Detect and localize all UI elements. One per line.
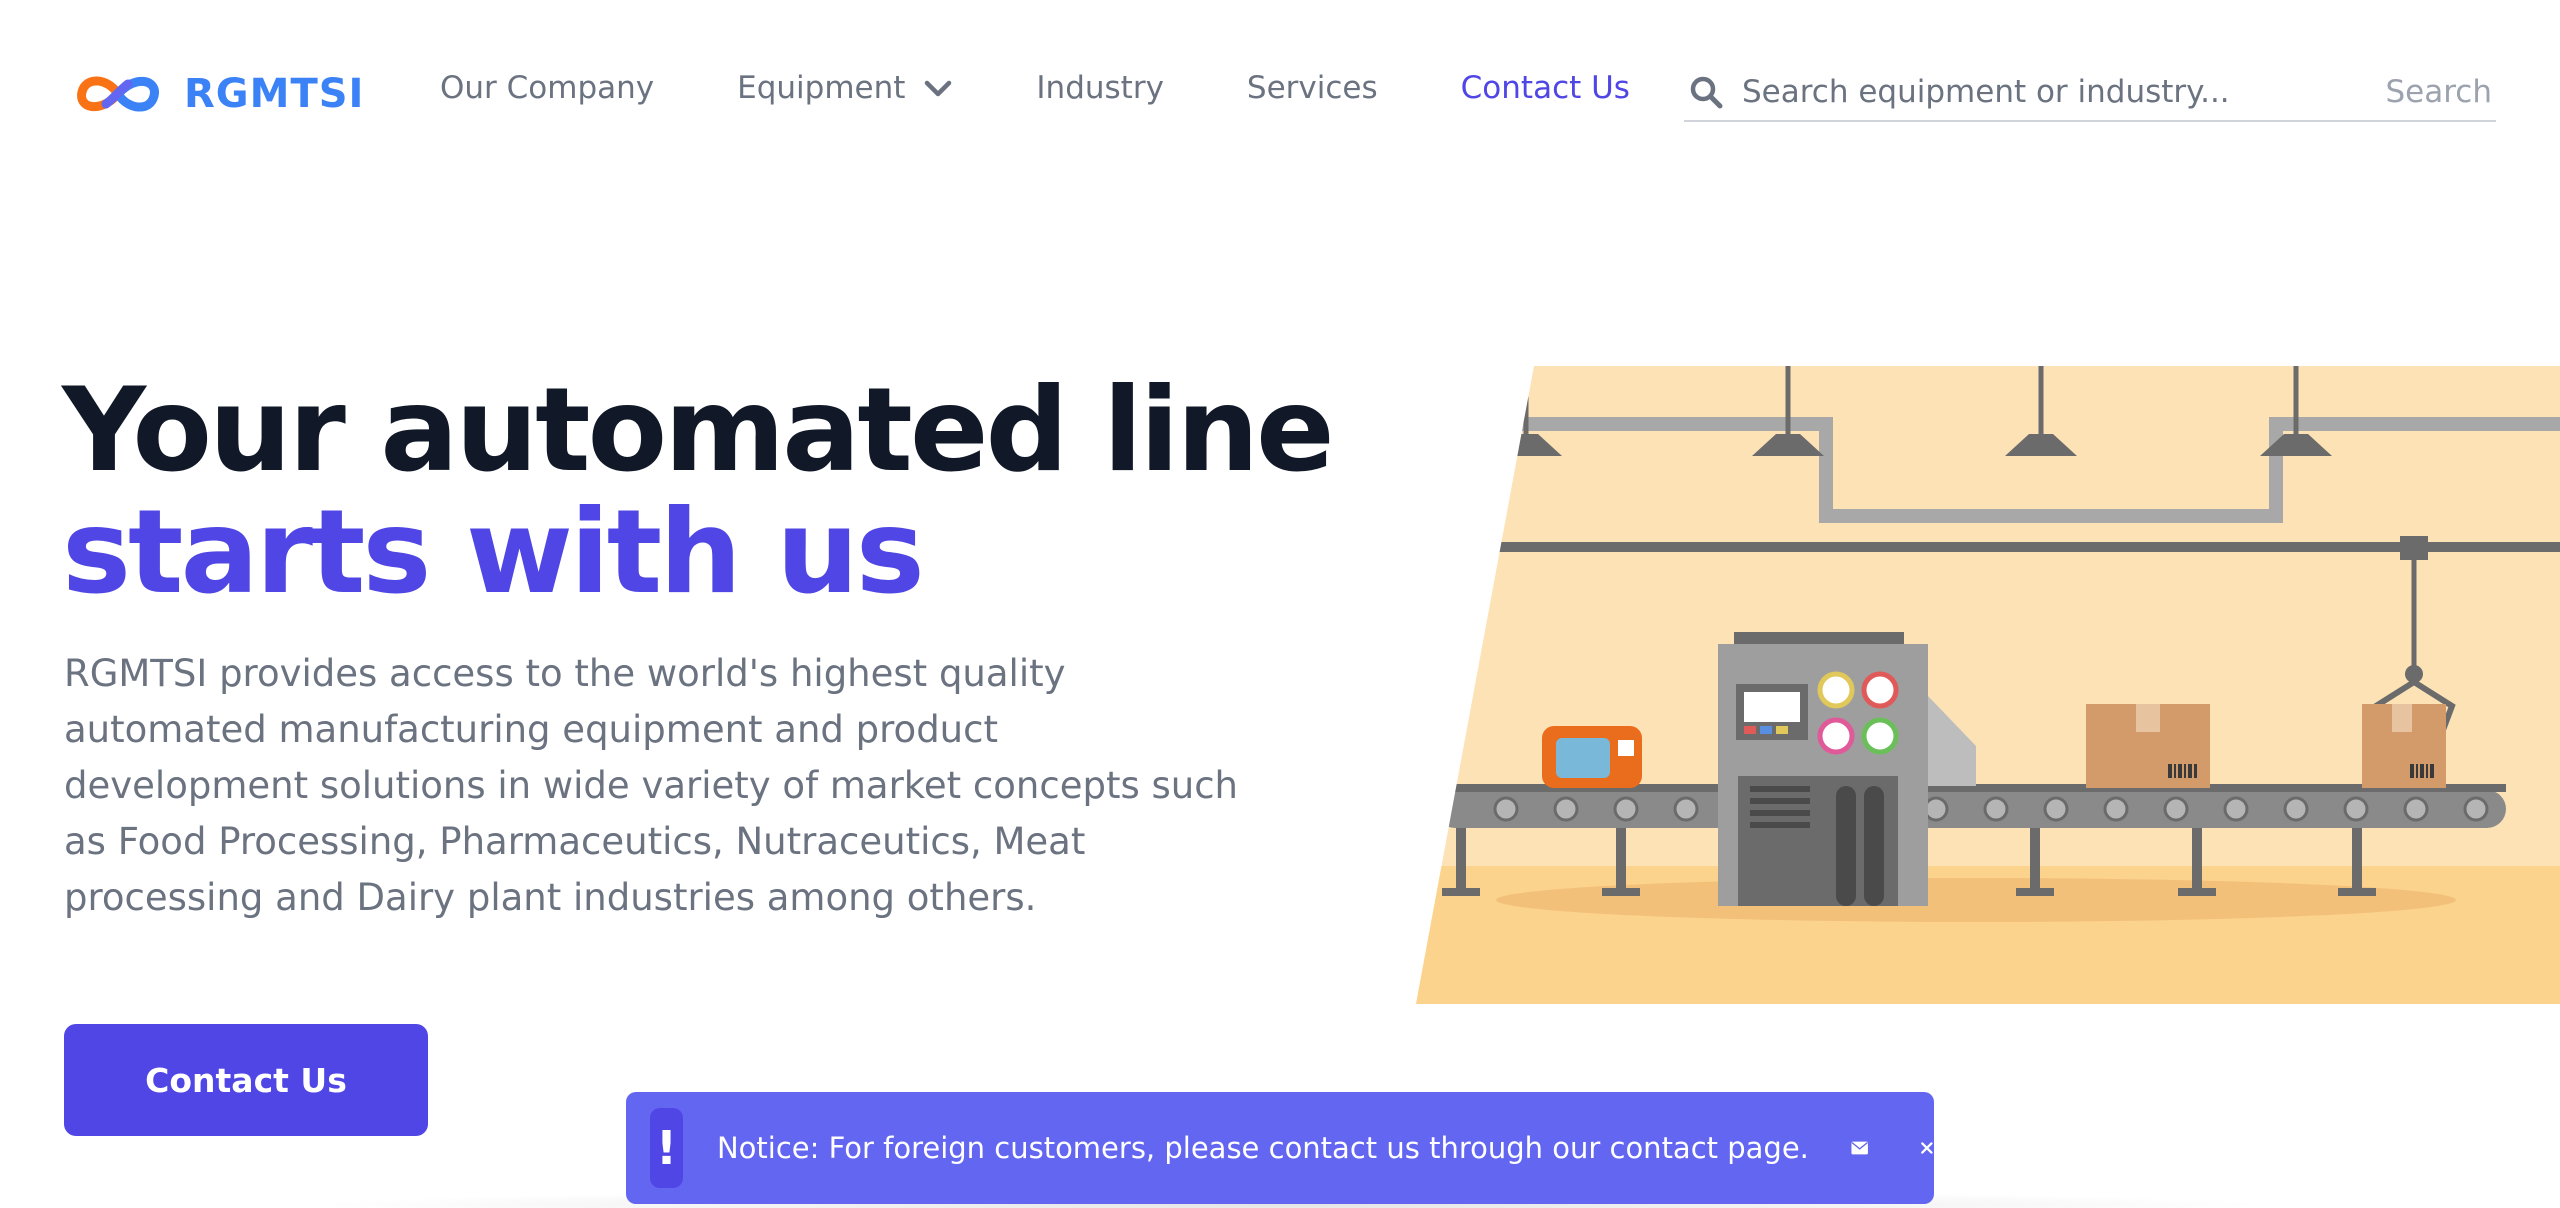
nav-equipment[interactable]: Equipment (737, 70, 953, 106)
nav-services[interactable]: Services (1247, 70, 1378, 106)
conveyor-factory-illustration (1416, 366, 2560, 1004)
site-header: RGMTSI Our Company Equipment Industry Se… (0, 0, 2560, 190)
brand-name: RGMTSI (184, 71, 365, 117)
hero-description: RGMTSI provides access to the world's hi… (64, 652, 1239, 919)
envelope-icon[interactable] (1851, 1133, 1868, 1163)
infinity-logo-icon (77, 76, 159, 112)
search-input[interactable] (1724, 74, 2386, 110)
nav-contact-us[interactable]: Contact Us (1461, 70, 1630, 106)
hero-title-line2: starts with us (62, 485, 925, 620)
search-button[interactable]: Search (2385, 74, 2496, 110)
close-icon[interactable] (1920, 1133, 1934, 1163)
nav-equipment-label: Equipment (737, 70, 906, 106)
main-nav: Our Company Equipment Industry Services … (440, 70, 1713, 106)
hero-title-line1: Your automated line (62, 363, 1335, 498)
search-icon (1690, 76, 1723, 109)
nav-our-company[interactable]: Our Company (440, 70, 654, 106)
notice-text: Notice: For foreign customers, please co… (716, 1131, 1809, 1165)
hero-title: Your automated line starts with us (62, 363, 1335, 620)
notice-banner: ! Notice: For foreign customers, please … (626, 1092, 1934, 1204)
notice-exclamation-badge: ! (650, 1108, 683, 1188)
brand-logo[interactable]: RGMTSI (70, 64, 364, 124)
chevron-down-icon (925, 80, 952, 97)
search-bar: Search (1684, 64, 2496, 122)
nav-industry[interactable]: Industry (1036, 70, 1164, 106)
contact-us-button[interactable]: Contact Us (64, 1024, 428, 1136)
